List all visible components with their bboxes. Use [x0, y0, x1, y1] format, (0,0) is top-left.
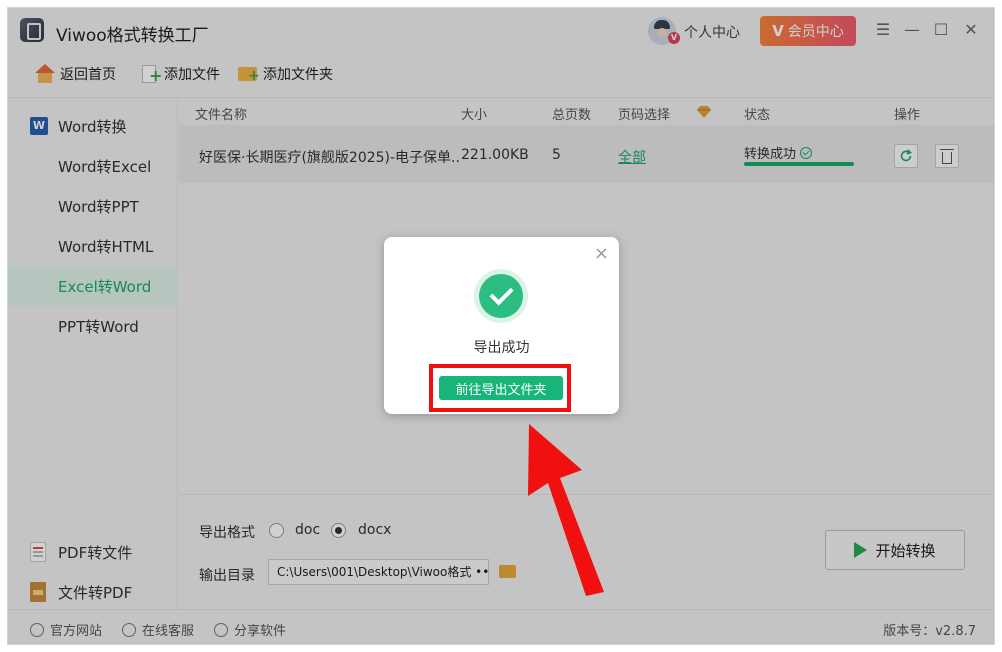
red-arrow-annotation: [528, 424, 604, 596]
